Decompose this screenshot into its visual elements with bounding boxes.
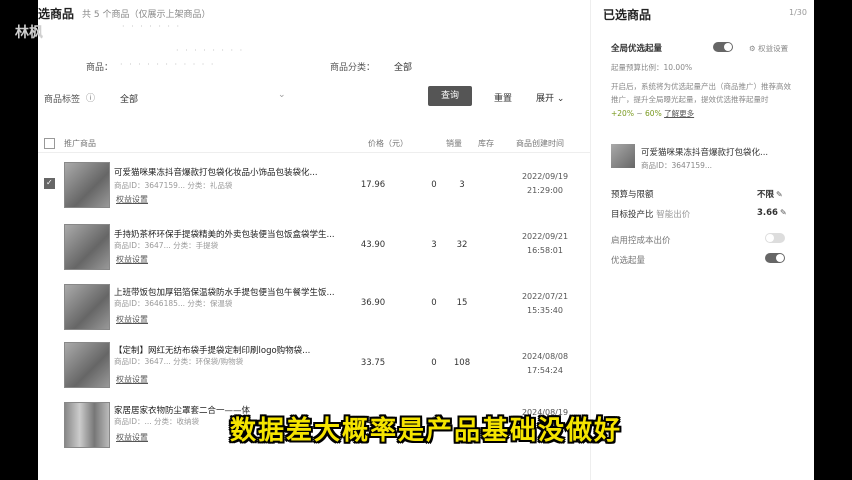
settings-link[interactable]: 权益设置 <box>116 194 148 205</box>
product-id: 商品ID：3647... 分类：手提袋 <box>114 241 219 250</box>
product-name[interactable]: 上班带饭包加厚铝箔保温袋防水手提包便当包午餐学生饭... <box>114 286 334 298</box>
product-thumbnail <box>64 162 110 208</box>
selected-product-name: 可爱猫咪果冻抖音爆款打包袋化... <box>641 148 769 158</box>
edit-icon: ✎ <box>776 190 783 199</box>
product-name[interactable]: 手持奶茶杯环保手提袋精美的外卖包装便当包饭盒袋学生... <box>114 228 334 240</box>
option2-label: 优选起量 <box>611 256 646 266</box>
sales-cell: 0 <box>431 180 437 190</box>
chevron-down-icon: ⌄ <box>556 94 565 104</box>
gear-icon: ⚙ <box>749 44 756 53</box>
price-cell: 33.75 <box>360 358 386 368</box>
sales-cell: 0 <box>431 358 437 368</box>
expand-button[interactable]: 展开 ⌄ <box>536 91 564 104</box>
help-icon[interactable]: ⓘ <box>86 91 95 104</box>
product-id: 商品ID：3647159... 分类：礼品袋 <box>114 181 233 190</box>
target-label: 目标投产比 智能出价 <box>611 210 691 220</box>
table-row: 上班带饭包加厚铝箔保温袋防水手提包便当包午餐学生饭... 商品ID：364618… <box>38 280 590 340</box>
product-filter-input[interactable]: · · · · · · · · · · · <box>120 60 215 69</box>
product-selection-panel: 选商品 共 5 个商品（仅展示上架商品） · · · · · · · · · ·… <box>38 0 590 480</box>
price-cell: 36.90 <box>360 298 386 308</box>
table-row: 手持奶茶杯环保手提袋精美的外卖包装便当包饭盒袋学生... 商品ID：3647..… <box>38 220 590 280</box>
app-window: 选商品 共 5 个商品（仅展示上架商品） · · · · · · · · · ·… <box>38 0 814 480</box>
created-cell: 2024/08/08 17:54:24 <box>521 352 569 375</box>
col-sales[interactable]: 销量 <box>446 138 462 149</box>
watermark: 林枫 <box>15 25 43 41</box>
blur-dots: · · · · · · · · <box>176 46 245 55</box>
row-checkbox[interactable] <box>44 178 55 189</box>
product-id: 商品ID：3646185... 分类：保温袋 <box>114 299 233 308</box>
stock-cell: 108 <box>453 358 471 368</box>
panel-subtitle: 共 5 个商品（仅展示上架商品） <box>82 10 211 20</box>
created-cell: 2022/09/19 21:29:00 <box>521 172 569 195</box>
option1-label: 启用控成本出价 <box>611 236 671 246</box>
sales-cell: 0 <box>431 298 437 308</box>
divider <box>38 152 590 153</box>
product-filter-label: 商品： <box>86 63 114 73</box>
budget-value[interactable]: 不限 ✎ <box>757 188 783 200</box>
panel-title: 选商品 <box>38 7 75 21</box>
price-cell: 17.96 <box>360 180 386 190</box>
price-cell: 43.90 <box>360 240 386 250</box>
learn-more-link[interactable]: 了解更多 <box>664 109 694 118</box>
selected-title: 已选商品 <box>603 8 652 22</box>
col-price[interactable]: 价格（元） <box>368 138 408 149</box>
product-name[interactable]: 可爱猫咪果冻抖音爆款打包袋化妆品小饰品包装袋化... <box>114 166 334 178</box>
limit-text: 起量预算比例：10.00% <box>611 63 693 72</box>
description-text: 开启后，系统将为优选起量产出（商品推广）推荐高效推广，提升全局曝光起量，提效优选… <box>611 82 791 104</box>
blur-dots: · · · · · · · <box>122 22 182 31</box>
chevron-down-icon: ⌄ <box>278 90 286 100</box>
budget-label: 预算与限额 <box>611 190 654 200</box>
sales-cell: 3 <box>431 240 437 250</box>
edit-icon: ✎ <box>779 208 787 217</box>
settings-link[interactable]: 权益设置 <box>116 314 148 325</box>
selected-thumbnail <box>611 144 635 168</box>
stock-cell: 32 <box>456 240 468 250</box>
query-button[interactable]: 查询 <box>428 86 472 106</box>
option1-toggle[interactable] <box>765 233 785 243</box>
global-toggle-label: 全局优选起量 <box>611 44 663 54</box>
product-id: 商品ID：3647... 分类：环保袋/购物袋 <box>114 357 244 366</box>
target-value[interactable]: 3.66 ✎ <box>757 208 787 218</box>
video-caption: 数据差大概率是产品基础没做好 <box>229 416 622 446</box>
category-filter-label: 商品分类： <box>330 63 376 73</box>
product-thumbnail <box>64 224 110 270</box>
select-all-checkbox[interactable] <box>44 138 55 149</box>
stock-cell: 3 <box>459 180 465 190</box>
tag-filter-label: 商品标签 <box>44 95 81 105</box>
settings-link[interactable]: 权益设置 <box>116 374 148 385</box>
global-toggle-switch[interactable] <box>713 42 733 52</box>
selected-products-panel: 已选商品 1/30 全局优选起量 ⚙ 权益设置 起量预算比例：10.00% 开启… <box>590 0 814 480</box>
col-product: 推广商品 <box>64 139 96 148</box>
created-cell: 2022/09/21 16:58:01 <box>521 232 569 255</box>
table-row: 可爱猫咪果冻抖音爆款打包袋化妆品小饰品包装袋化... 商品ID：3647159.… <box>38 158 590 218</box>
product-name[interactable]: 【定制】网红无纺布袋手提袋定制印刷logo购物袋... <box>114 344 334 356</box>
reset-button[interactable]: 重置 <box>494 91 512 104</box>
col-stock[interactable]: 库存 <box>478 138 494 149</box>
category-filter-select[interactable]: 全部 <box>394 60 412 73</box>
created-cell: 2022/07/21 15:35:40 <box>521 292 569 315</box>
selected-product-id: 商品ID：3647159... <box>641 161 713 170</box>
stock-cell: 15 <box>456 298 468 308</box>
range-text: +20% ~ 60% 了解更多 <box>611 109 695 118</box>
settings-link[interactable]: 权益设置 <box>116 254 148 265</box>
table-row: 【定制】网红无纺布袋手提袋定制印刷logo购物袋... 商品ID：3647...… <box>38 340 590 400</box>
option2-toggle[interactable] <box>765 253 785 263</box>
col-created[interactable]: 商品创建时间 <box>516 138 564 149</box>
product-thumbnail <box>64 284 110 330</box>
tag-filter-select[interactable]: 全部 <box>120 92 138 105</box>
product-thumbnail <box>64 342 110 388</box>
settings-link[interactable]: ⚙ 权益设置 <box>749 43 788 54</box>
selected-count: 1/30 <box>789 8 807 17</box>
